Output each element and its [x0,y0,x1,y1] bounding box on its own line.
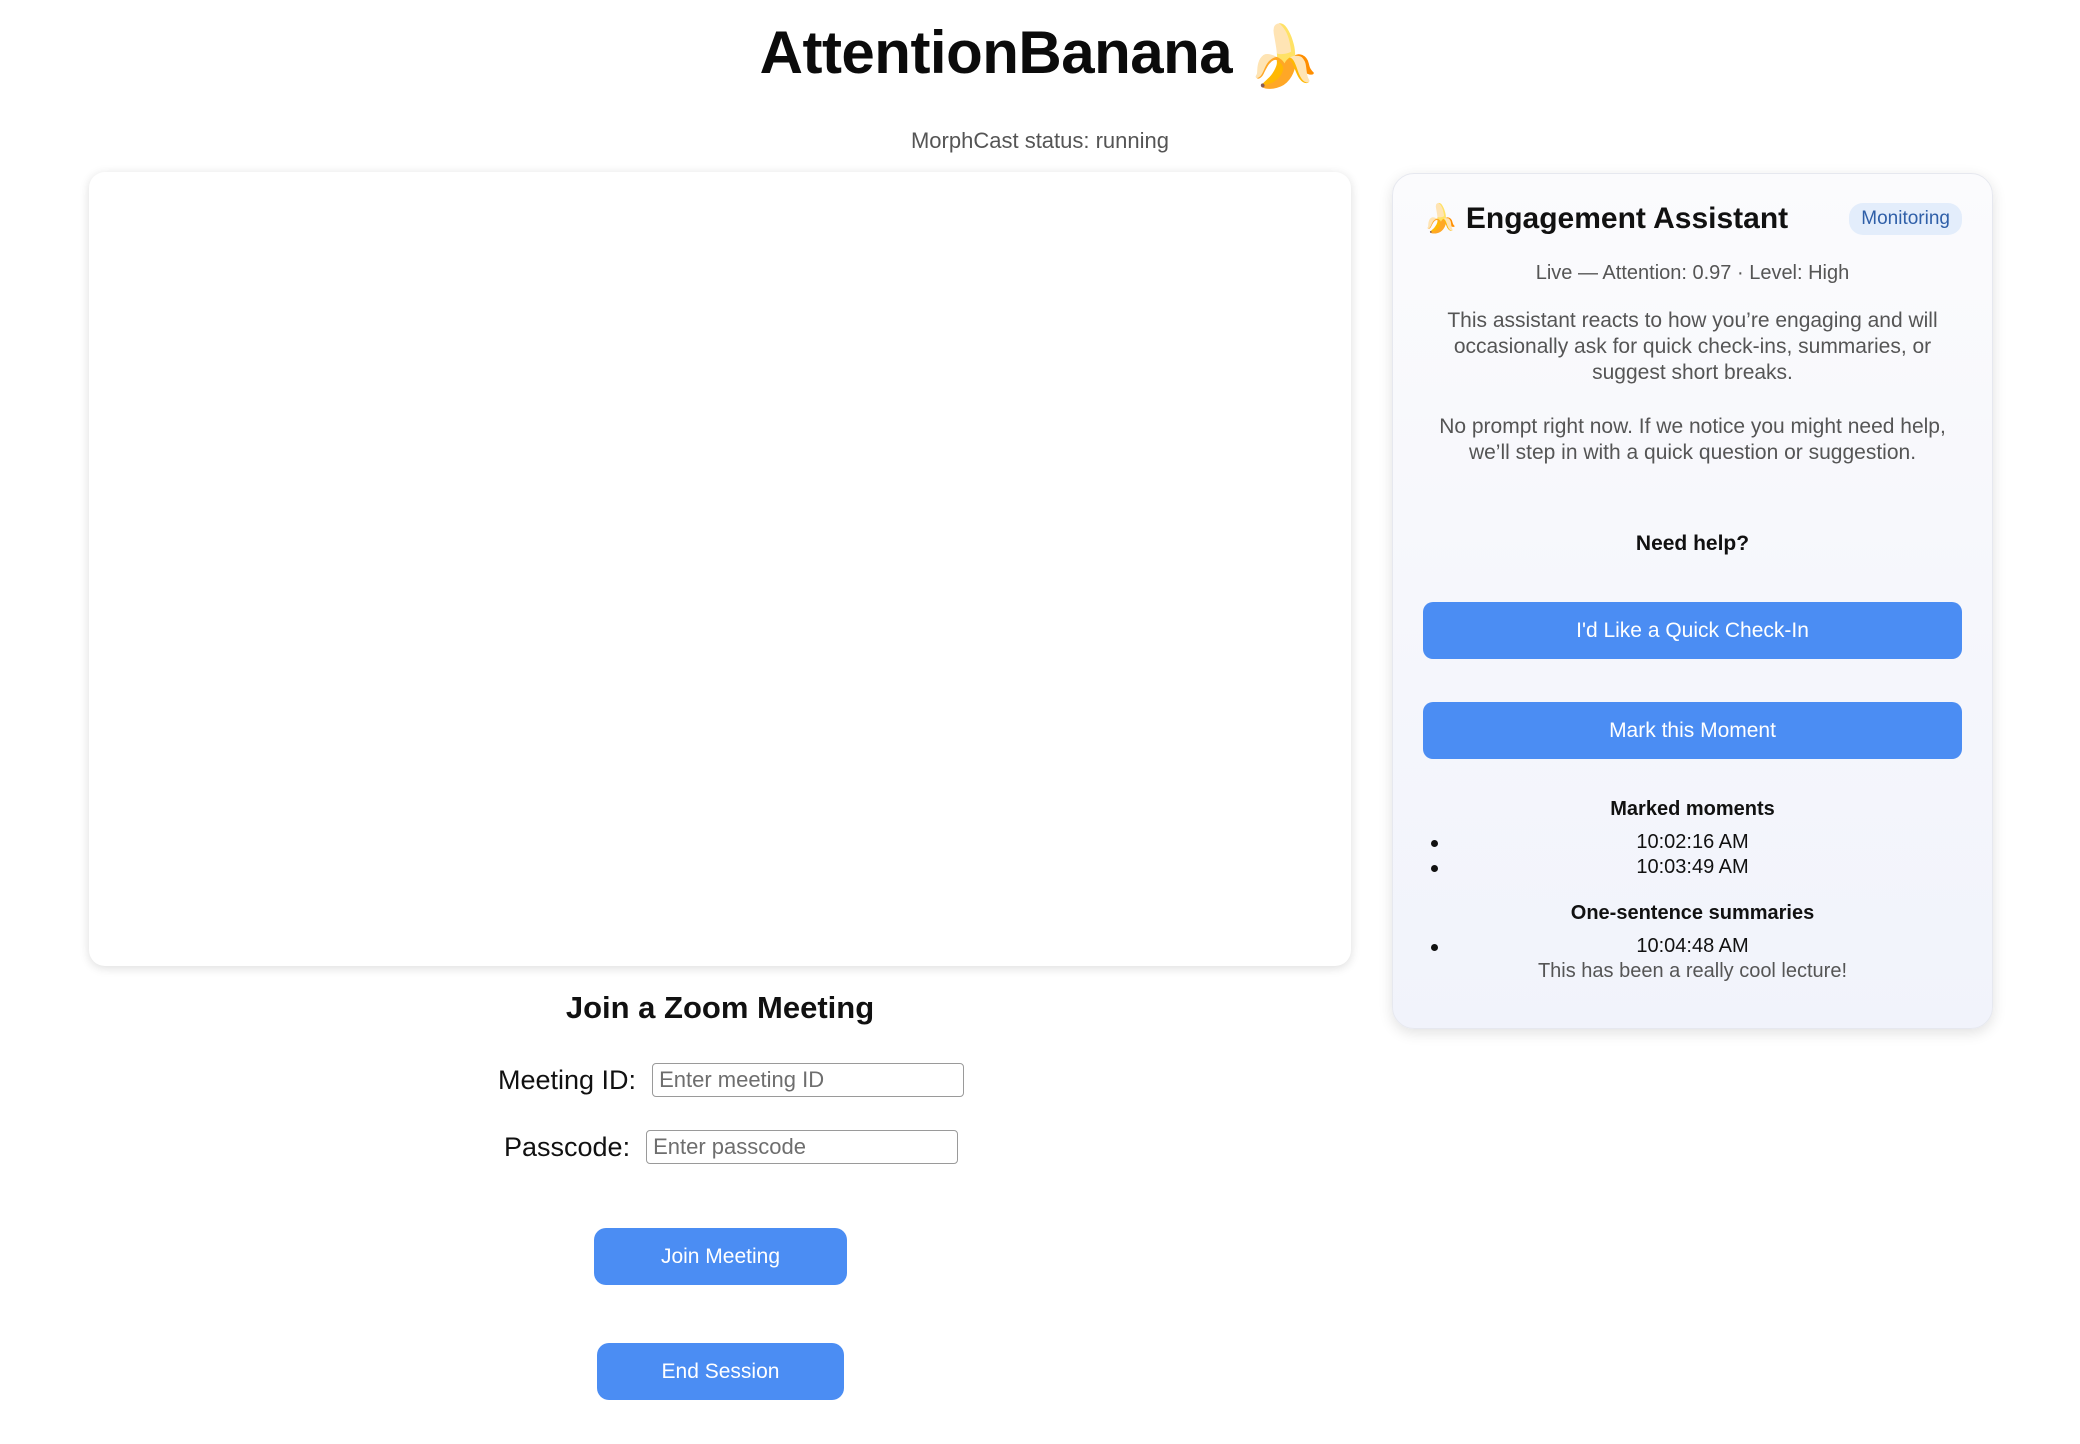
summary-text: This has been a really cool lecture! [1537,960,1848,982]
morphcast-status: MorphCast status: running [910,128,1170,153]
passcode-input[interactable] [646,1130,959,1164]
meeting-id-label: Meeting ID: [498,1064,637,1095]
app-title-text: AttentionBanana [759,19,1233,86]
mark-moment-button[interactable]: Mark this Moment [1423,702,1962,759]
meeting-id-input[interactable] [652,1063,965,1097]
live-attention-readout: Live — Attention: 0.97 · Level: High [1535,262,1850,284]
app-page: AttentionBanana 🍌 MorphCast status: runni… [0,0,2080,1444]
summary-time: 10:04:48 AM [1636,935,1749,957]
card-title: 🍌 Engagement Assistant [1423,202,1788,236]
need-help-heading: Need help? [1635,532,1750,555]
quick-checkin-button[interactable]: I'd Like a Quick Check-In [1423,602,1962,659]
card-header: 🍌 Engagement Assistant Monitoring [1423,202,1962,236]
list-item: 10:03:49 AM [1423,855,1962,880]
end-session-button[interactable]: End Session [597,1343,844,1400]
summaries-title: One-sentence summaries [1570,902,1815,924]
assistant-intro: This assistant reacts to how you’re enga… [1447,309,1938,384]
join-heading: Join a Zoom Meeting [565,990,875,1025]
monitoring-badge: Monitoring [1849,203,1962,235]
marked-moments-list: 10:02:16 AM 10:03:49 AM [1423,830,1962,880]
banana-icon: 🍌 [1246,23,1321,90]
app-title: AttentionBanana 🍌 [0,18,2080,92]
passcode-row: Passcode: [504,1130,959,1164]
card-title-text: Engagement Assistant [1465,202,1789,235]
passcode-label: Passcode: [504,1131,631,1162]
list-item: 10:04:48 AM This has been a really cool … [1423,934,1962,984]
video-panel [89,172,1351,966]
list-item: 10:02:16 AM [1423,830,1962,855]
summaries-list: 10:04:48 AM This has been a really cool … [1423,934,1962,984]
no-prompt-message: No prompt right now. If we notice you mi… [1439,415,1946,464]
banana-icon: 🍌 [1423,203,1458,234]
join-meeting-section: Join a Zoom Meeting [89,990,1351,1026]
meeting-id-row: Meeting ID: [498,1063,965,1097]
engagement-assistant-card: 🍌 Engagement Assistant Monitoring Live — … [1392,173,1993,1029]
join-meeting-button[interactable]: Join Meeting [594,1228,847,1285]
marked-moments-title: Marked moments [1610,798,1775,820]
